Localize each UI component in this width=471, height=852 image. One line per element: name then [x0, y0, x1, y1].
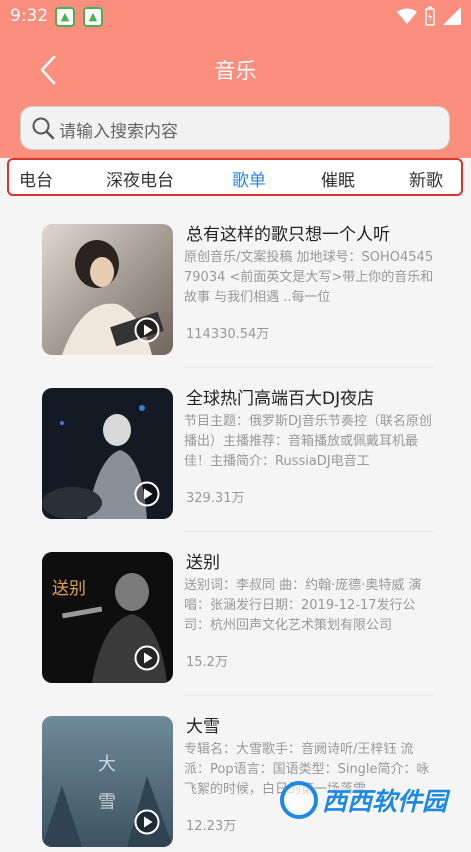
battery-icon	[425, 6, 435, 26]
tab-playlists[interactable]: 歌单	[232, 166, 266, 191]
page-title: 音乐	[214, 59, 257, 83]
cover-text: 送别	[52, 579, 86, 599]
title-bar: 音乐	[0, 40, 471, 100]
playlist-cover[interactable]: 送别	[42, 552, 173, 683]
play-icon[interactable]	[134, 481, 160, 507]
play-icon[interactable]	[134, 317, 160, 343]
playlist-cover[interactable]	[42, 388, 173, 519]
play-icon[interactable]	[134, 809, 160, 835]
list-item[interactable]: 全球热门高端百大DJ夜店 节目主题：俄罗斯DJ音乐节奏控（联名原创播出）主播推荐…	[0, 360, 471, 532]
status-bar: 9:32 ▲ ▲	[0, 0, 471, 34]
header: 9:32 ▲ ▲ 音乐 请输入搜索内容	[0, 0, 471, 158]
app-icon: ▲	[83, 7, 103, 27]
play-count: 15.2万	[186, 655, 228, 670]
app-icon: ▲	[55, 7, 75, 27]
playlist-title: 全球热门高端百大DJ夜店	[186, 389, 375, 409]
system-icons	[397, 5, 461, 27]
wifi-icon	[397, 8, 417, 24]
list-item[interactable]: 送别 送别 送别词：李叔同 曲：约翰·庞德·奥特威 演唱：张涵发行日期：2019…	[0, 524, 471, 696]
cover-text: 大雪	[98, 754, 116, 813]
category-tabs: 电台 深夜电台 歌单 催眠 新歌	[7, 158, 463, 196]
playlist-cover[interactable]: 大雪	[42, 716, 173, 847]
playlist-title: 总有这样的歌只想一个人听	[186, 225, 390, 245]
playlist-description: 节目主题：俄罗斯DJ音乐节奏控（联名原创播出）主播推荐：音箱播放或佩戴耳机最佳！…	[184, 414, 432, 469]
playlist-list: 总有这样的歌只想一个人听 原创音乐/文案投稿 加地球号：SOHO45457903…	[0, 196, 471, 847]
playlist-description: 原创音乐/文案投稿 加地球号：SOHO454579034 <前面英文是大写>带上…	[184, 250, 434, 305]
playlist-title: 送别	[186, 553, 220, 573]
play-count: 329.31万	[186, 491, 245, 506]
tab-hypnosis[interactable]: 催眠	[321, 166, 355, 191]
tab-new-songs[interactable]: 新歌	[409, 166, 443, 191]
playlist-cover[interactable]	[42, 224, 173, 355]
tab-radio[interactable]: 电台	[19, 166, 53, 191]
list-item[interactable]: 总有这样的歌只想一个人听 原创音乐/文案投稿 加地球号：SOHO45457903…	[0, 196, 471, 368]
watermark-text: 西西软件园	[322, 787, 448, 816]
status-time: 9:32	[10, 6, 49, 26]
watermark-logo-icon	[280, 781, 318, 819]
signal-icon	[443, 7, 461, 25]
tab-late-night-radio[interactable]: 深夜电台	[106, 166, 174, 191]
playlist-description: 送别词：李叔同 曲：约翰·庞德·奥特威 演唱：张涵发行日期：2019-12-17…	[184, 578, 422, 633]
playlist-title: 大雪	[186, 717, 220, 737]
play-count: 114330.54万	[186, 327, 270, 342]
search-placeholder: 请输入搜索内容	[59, 122, 178, 142]
play-count: 12.23万	[186, 819, 237, 834]
watermark: 西西软件园	[280, 772, 465, 828]
search-icon	[32, 117, 55, 140]
search-input[interactable]: 请输入搜索内容	[20, 106, 450, 150]
play-icon[interactable]	[134, 645, 160, 671]
